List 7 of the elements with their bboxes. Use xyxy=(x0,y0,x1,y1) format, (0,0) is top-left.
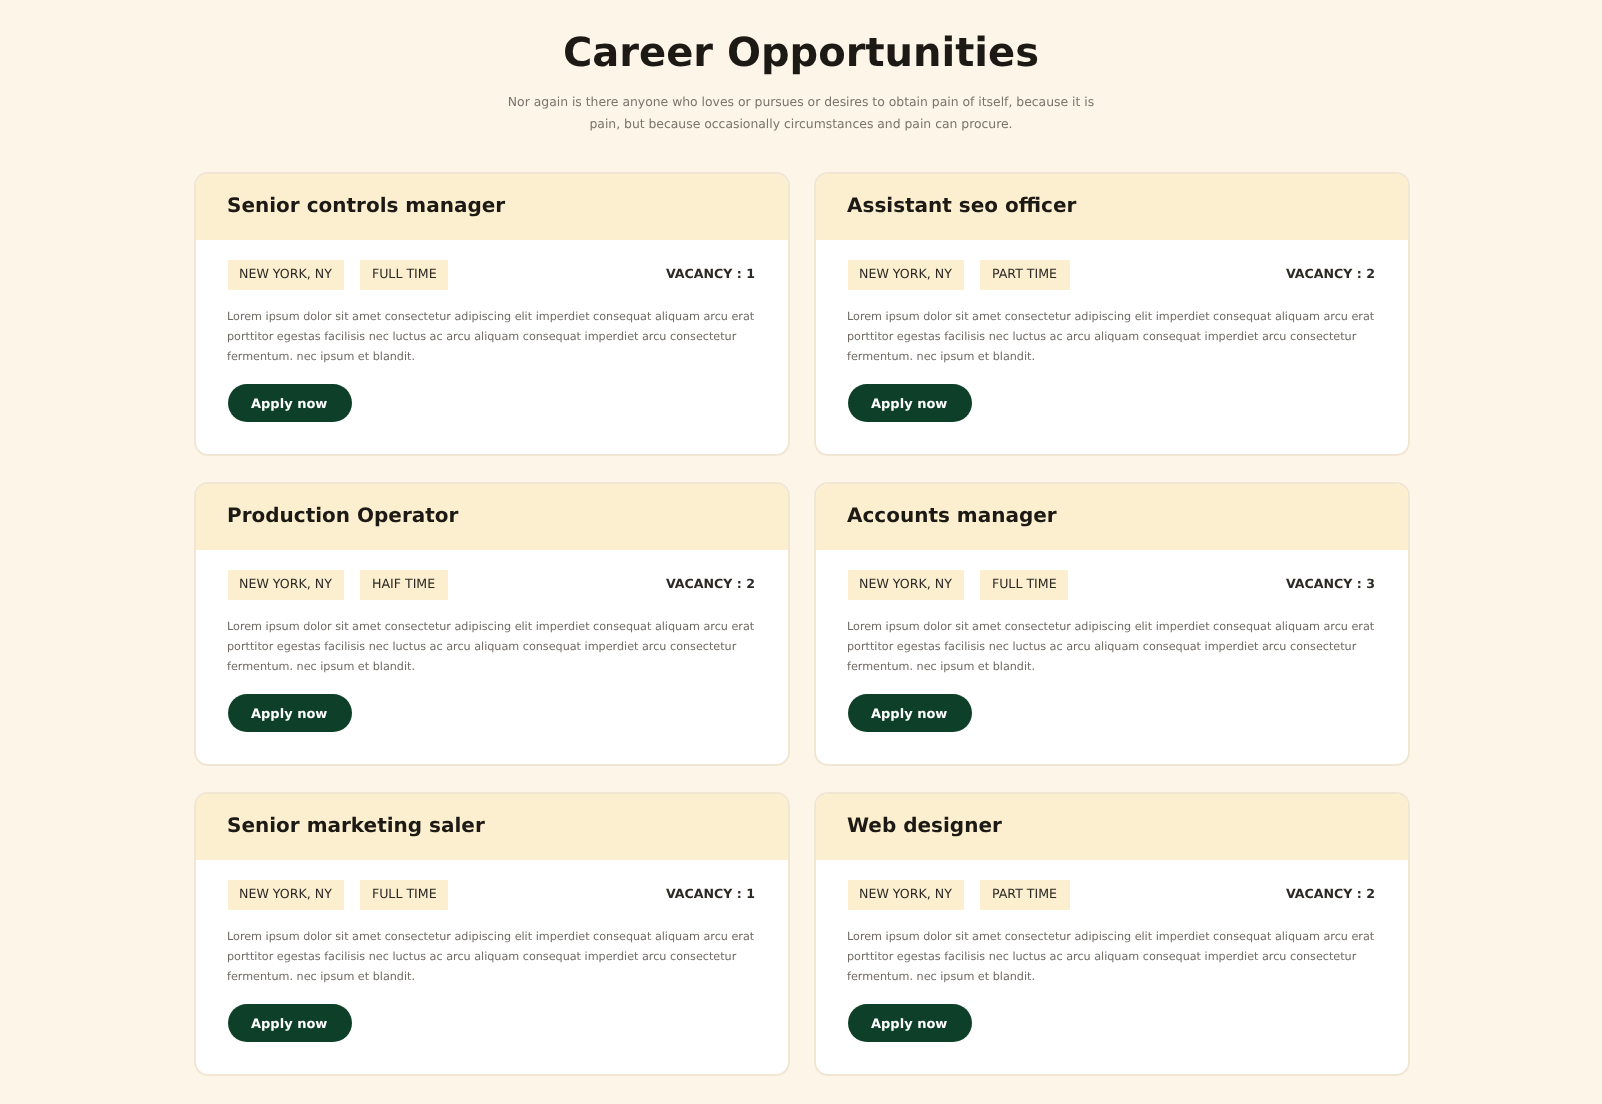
job-title: Senior marketing saler xyxy=(195,794,787,860)
job-title: Assistant seo officer xyxy=(815,174,1407,240)
job-title: Senior controls manager xyxy=(195,174,787,240)
job-title: Production Operator xyxy=(195,484,787,550)
page-title: Career Opportunities xyxy=(562,28,1039,76)
job-title: Web designer xyxy=(815,794,1407,860)
job-title: Accounts manager xyxy=(815,484,1407,550)
